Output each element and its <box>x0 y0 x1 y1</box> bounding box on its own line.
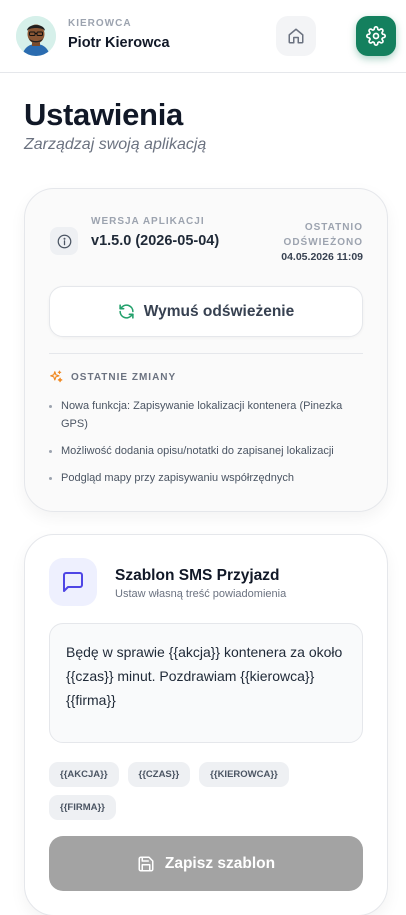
last-refresh-date: 04.05.2026 11:09 <box>281 251 363 263</box>
avatar-illustration <box>16 16 56 56</box>
sms-template-subtitle: Ustaw własną treść powiadomienia <box>115 588 287 600</box>
sms-template-title: Szablon SMS Przyjazd <box>115 567 280 584</box>
refresh-icon <box>119 304 134 319</box>
avatar[interactable] <box>16 16 56 56</box>
save-template-label: Zapisz szablon <box>164 854 276 872</box>
version-value: v1.5.0 (2026-05-04) <box>91 233 220 249</box>
list-item: Możliwość dodania opisu/notatki do zapis… <box>49 442 367 460</box>
gear-icon <box>366 26 386 46</box>
list-item: Nowa funkcja: Zapisywanie lokalizacji ko… <box>49 397 367 433</box>
info-icon-box <box>50 227 78 255</box>
tag-kierowca[interactable]: {{KIEROWCA}} <box>199 762 289 787</box>
save-template-button[interactable]: Zapisz szablon <box>49 836 363 891</box>
chat-bubble-icon <box>63 572 83 592</box>
force-refresh-label: Wymuś odświeżenie <box>143 302 295 320</box>
home-button[interactable] <box>276 16 316 56</box>
divider <box>49 353 363 354</box>
user-role: KIEROWCA <box>68 18 132 29</box>
recent-changes-label: OSTATNIE ZMIANY <box>71 371 177 383</box>
recent-changes-header: OSTATNIE ZMIANY <box>49 370 176 384</box>
force-refresh-button[interactable]: Wymuś odświeżenie <box>49 286 363 337</box>
sms-template-card: Szablon SMS Przyjazd Ustaw własną treść … <box>24 534 388 915</box>
sms-template-textarea[interactable]: Będę w sprawie {{akcja}} kontenera za ok… <box>49 623 363 743</box>
placeholder-tags: {{AKCJA}} {{CZAS}} {{KIEROWCA}} {{FIRMA}… <box>49 762 349 820</box>
list-item: Podgląd mapy przy zapisywaniu współrzędn… <box>49 469 367 487</box>
app-header: KIEROWCA Piotr Kierowca <box>0 0 406 73</box>
home-icon <box>288 28 304 44</box>
settings-button[interactable] <box>356 16 396 56</box>
chat-icon-box <box>49 558 97 606</box>
page-subtitle: Zarządzaj swoją aplikacją <box>24 136 207 153</box>
app-version-card: WERSJA APLIKACJI v1.5.0 (2026-05-04) OST… <box>24 188 388 512</box>
tag-czas[interactable]: {{CZAS}} <box>127 762 191 787</box>
save-icon <box>138 856 154 871</box>
changes-list: Nowa funkcja: Zapisywanie lokalizacji ko… <box>49 397 367 496</box>
tag-akcja[interactable]: {{AKCJA}} <box>49 762 119 787</box>
page-title: Ustawienia <box>24 97 183 132</box>
info-icon <box>57 234 71 248</box>
sparkles-icon <box>50 370 63 383</box>
last-refresh-label: OSTATNIO ODŚWIEŻONO <box>283 222 363 248</box>
tag-firma[interactable]: {{FIRMA}} <box>49 795 116 820</box>
version-label: WERSJA APLIKACJI <box>91 216 205 227</box>
user-name: Piotr Kierowca <box>68 35 170 51</box>
